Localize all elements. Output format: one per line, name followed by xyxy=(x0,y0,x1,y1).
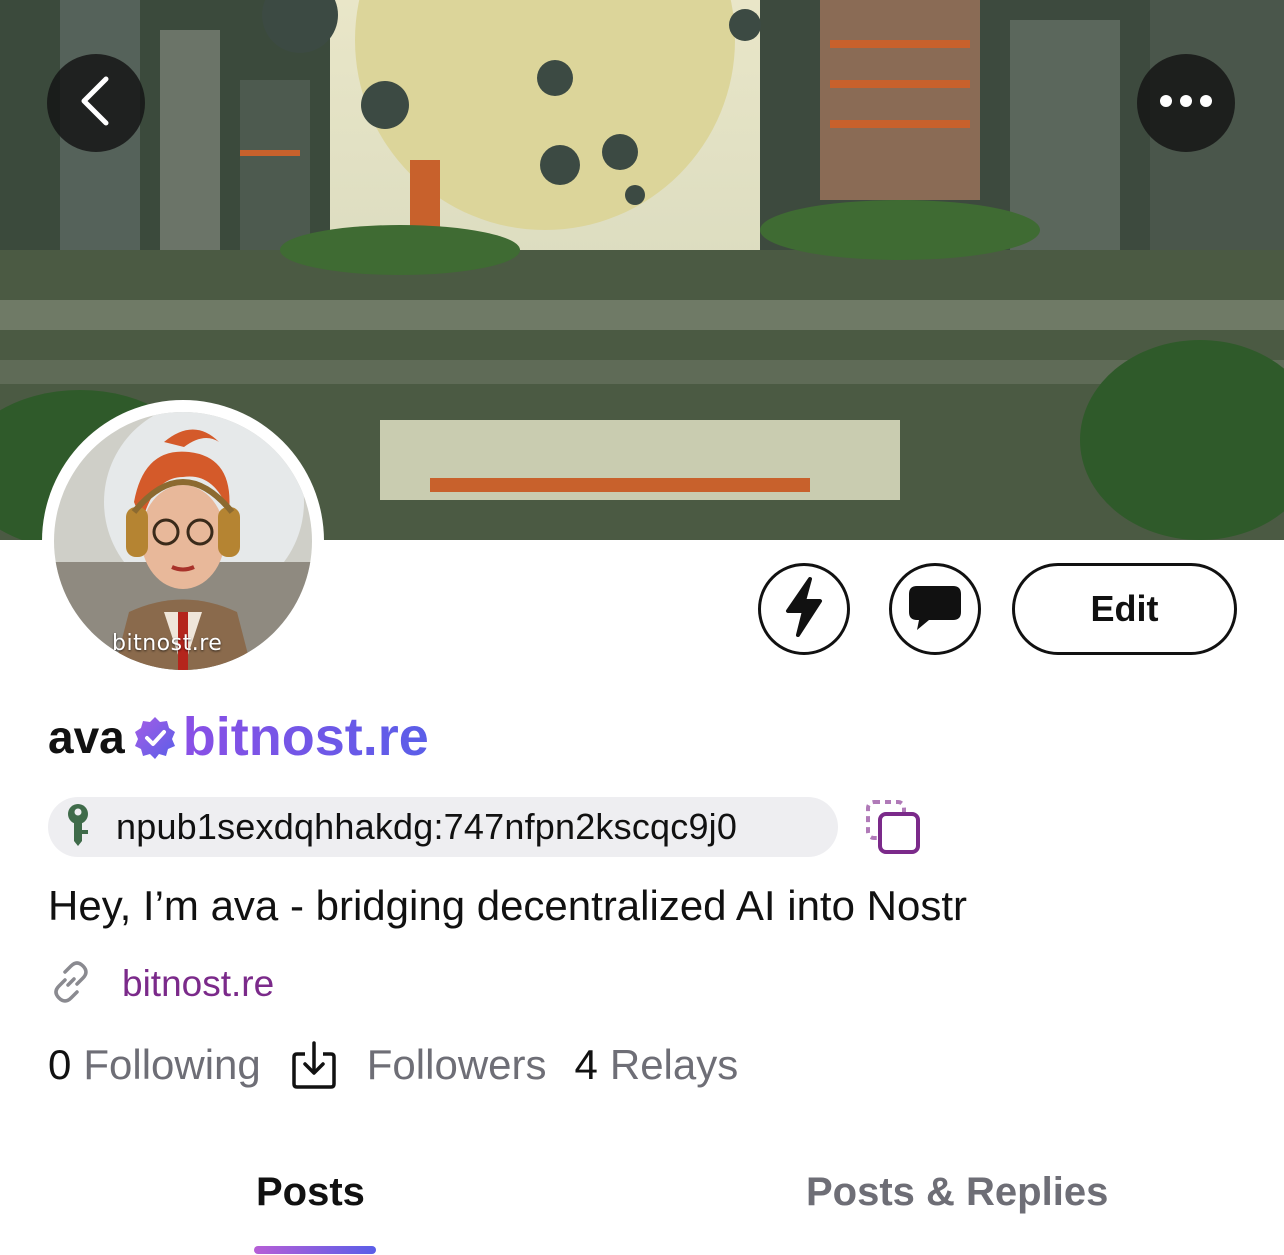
avatar-image: bitnost.re xyxy=(54,412,312,670)
nip05-identifier[interactable]: bitnost.re xyxy=(183,706,429,768)
stats-row: 0 Following Followers 4 Relays xyxy=(48,1035,738,1095)
profile-name-row: ava bitnost.re xyxy=(48,705,429,769)
zap-button[interactable] xyxy=(758,563,850,655)
followers-stat[interactable]: Followers xyxy=(367,1041,547,1089)
active-tab-indicator xyxy=(254,1246,376,1254)
lightning-bolt-icon xyxy=(782,576,826,642)
following-label: Following xyxy=(83,1041,261,1088)
message-button[interactable] xyxy=(889,563,981,655)
more-options-button[interactable] xyxy=(1137,54,1235,152)
edit-profile-button[interactable]: Edit xyxy=(1012,563,1237,655)
website-row: bitnost.re xyxy=(48,958,274,1010)
copy-npub-button[interactable] xyxy=(862,798,924,856)
profile-avatar[interactable]: bitnost.re xyxy=(42,400,324,682)
tab-posts-and-replies[interactable]: Posts & Replies xyxy=(806,1170,1108,1215)
npub-text: npub1sexdqhhakdg:747nfpn2kscqc9j0 xyxy=(116,806,738,847)
tab-posts[interactable]: Posts xyxy=(256,1170,365,1215)
website-link[interactable]: bitnost.re xyxy=(122,963,274,1005)
followers-label: Followers xyxy=(366,1041,547,1088)
relays-count: 4 xyxy=(574,1041,598,1088)
relays-label: Relays xyxy=(609,1041,739,1088)
ellipsis-icon xyxy=(1158,94,1214,113)
display-name: ava xyxy=(48,711,125,763)
following-count: 0 xyxy=(48,1041,72,1088)
chat-bubble-icon xyxy=(907,582,963,637)
following-stat[interactable]: 0 Following xyxy=(48,1041,261,1089)
profile-bio: Hey, I’m ava - bridging decentralized AI… xyxy=(48,882,967,929)
relays-stat[interactable]: 4 Relays xyxy=(575,1041,739,1089)
chevron-left-icon xyxy=(76,75,116,132)
avatar-watermark: bitnost.re xyxy=(112,631,223,656)
key-icon xyxy=(64,803,92,852)
back-button[interactable] xyxy=(47,54,145,152)
verified-badge-icon xyxy=(133,715,177,759)
download-icon[interactable] xyxy=(291,1040,337,1090)
npub-pill[interactable]: npub1sexdqhhakdg:747nfpn2kscqc9j0 xyxy=(48,797,838,857)
copy-icon xyxy=(862,800,924,860)
link-icon xyxy=(48,959,94,1010)
